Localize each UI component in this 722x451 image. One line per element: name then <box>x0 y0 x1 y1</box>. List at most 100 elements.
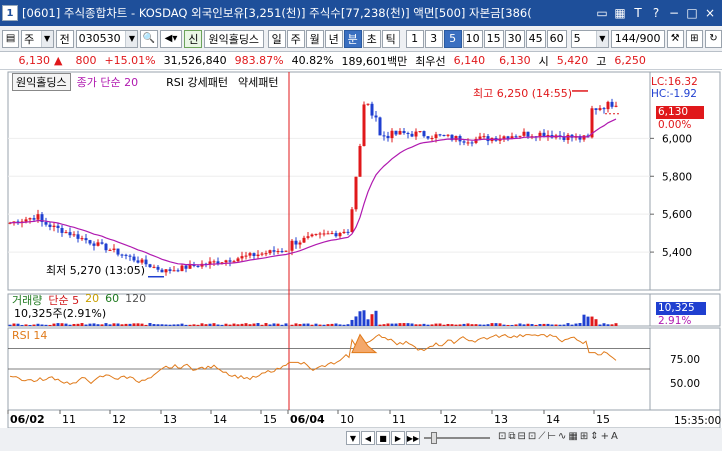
volume-bar <box>32 324 36 326</box>
search-icon[interactable]: 🔍 <box>140 29 158 48</box>
period-button[interactable]: 월 <box>305 29 324 48</box>
slider-thumb[interactable] <box>431 432 437 444</box>
candle-body <box>486 136 490 142</box>
chart-svg[interactable]: 6,000 5,800 5,600 5,400 06/02 11 12 13 14 15 06/04… <box>0 70 722 451</box>
tool-select-icon[interactable]: ⊟ <box>518 431 526 442</box>
tool-line-icon[interactable]: ⟋ <box>538 431 545 442</box>
period-button[interactable]: 틱 <box>381 29 400 48</box>
candle-body <box>606 101 610 110</box>
candle-body <box>128 255 132 257</box>
tool-font-icon[interactable]: A <box>611 431 618 442</box>
legend-stock-name[interactable]: 원익홀딩스 <box>12 73 71 91</box>
volume-bar <box>168 324 172 326</box>
tool-wave-icon[interactable]: ∿ <box>558 431 566 442</box>
volume-bar <box>374 310 378 326</box>
interval-button[interactable]: 3 <box>424 29 443 48</box>
count-select[interactable]: 5 ▼ <box>570 29 609 48</box>
candle-body <box>124 254 128 256</box>
candle-body <box>454 136 458 141</box>
minimize-icon[interactable]: − <box>666 5 682 21</box>
candle-body <box>298 242 302 245</box>
tool-overlay-icon[interactable]: ⧉ <box>508 431 515 442</box>
interval-button[interactable]: 5 <box>443 29 462 48</box>
candle-body <box>342 231 346 234</box>
interval-button[interactable]: 10 <box>462 29 483 48</box>
refresh-icon[interactable]: ↻ <box>704 29 722 48</box>
volume-bar <box>20 324 24 326</box>
volume-value: 31,526,840 <box>163 54 227 67</box>
period-button[interactable]: 분 <box>343 29 362 48</box>
volume-bar <box>394 323 398 326</box>
maximize-icon[interactable]: □ <box>684 5 700 21</box>
tool-fib-icon[interactable]: ▦ <box>568 431 577 442</box>
stop-icon[interactable]: ■ <box>376 431 390 445</box>
volume-bar <box>92 323 96 326</box>
candle-body <box>598 108 602 110</box>
period-button[interactable]: 일 <box>267 29 286 48</box>
candle-body <box>326 233 330 235</box>
volume-bar <box>474 324 478 326</box>
volume-bar <box>570 324 574 326</box>
volume-bar <box>56 323 60 326</box>
zoom-icon[interactable]: ⊞ <box>685 29 703 48</box>
volume-bar <box>128 323 132 326</box>
code-input[interactable]: 030530 ▼ <box>75 29 139 48</box>
tools-icon[interactable]: ⚒ <box>666 29 684 48</box>
prev-button[interactable]: 전 <box>55 29 74 48</box>
volume-bar <box>566 323 570 326</box>
tool-box2-icon[interactable]: ⊡ <box>528 431 536 442</box>
credit-button[interactable]: 신 <box>184 29 203 48</box>
market-select[interactable]: 주 ▼ <box>21 29 54 48</box>
rewind-icon[interactable]: ◀ <box>361 431 375 445</box>
tool-box-icon[interactable]: ⊡ <box>498 431 506 442</box>
volume-bar <box>514 324 518 326</box>
period-button[interactable]: 주 <box>286 29 305 48</box>
close-icon[interactable]: × <box>702 5 718 21</box>
period-button[interactable]: 초 <box>362 29 381 48</box>
tool-scale-icon[interactable]: ⇕ <box>590 431 598 442</box>
volume-bar <box>236 324 240 326</box>
current-price: 6,130 <box>18 54 51 67</box>
chart-area[interactable]: 6,000 5,800 5,600 5,400 06/02 11 12 13 14 15 06/04… <box>0 70 722 451</box>
volume-bar <box>136 323 140 326</box>
forward-icon[interactable]: ▶ <box>391 431 405 445</box>
tool-ruler-icon[interactable]: ⊢ <box>547 431 556 442</box>
volume-bar <box>342 324 346 326</box>
tool-grid-icon[interactable]: ⊞ <box>580 431 588 442</box>
candle-body <box>526 131 530 137</box>
volume-bar <box>606 324 610 326</box>
first-icon[interactable]: ▼ <box>346 431 360 445</box>
interval-button[interactable]: 30 <box>504 29 525 48</box>
candle-body <box>334 233 338 237</box>
last-icon[interactable]: ▶▶ <box>406 431 420 445</box>
volume-bar <box>410 323 414 326</box>
interval-button[interactable]: 15 <box>483 29 504 48</box>
help-icon[interactable]: ? <box>648 5 664 21</box>
price-tick-label: 5,800 <box>662 171 692 183</box>
grid-icon[interactable]: ▦ <box>612 5 628 21</box>
candle-body <box>112 248 116 250</box>
speaker-icon[interactable]: ◀▾ <box>159 29 183 48</box>
candle-body <box>44 222 48 225</box>
interval-button[interactable]: 45 <box>525 29 546 48</box>
period-button[interactable]: 년 <box>324 29 343 48</box>
volume-bar <box>24 324 28 326</box>
volume-bar <box>232 323 236 326</box>
text-icon[interactable]: T <box>630 5 646 21</box>
candle-body <box>240 256 244 259</box>
candle-body <box>566 134 570 140</box>
volume-bar <box>550 324 554 326</box>
interval-button[interactable]: 1 <box>405 29 424 48</box>
volume-bar <box>84 324 88 326</box>
candle-body <box>80 238 84 240</box>
volume-bar <box>272 323 276 326</box>
candle-body <box>260 253 264 255</box>
layout-icon[interactable]: ▤ <box>2 29 20 48</box>
candle-body <box>610 101 614 107</box>
tool-add-icon[interactable]: + <box>601 431 609 442</box>
interval-button[interactable]: 60 <box>546 29 567 48</box>
restore-icon[interactable]: ▭ <box>594 5 610 21</box>
volume-bar <box>52 323 56 326</box>
candle-body <box>276 251 280 253</box>
volume-bar <box>594 319 598 326</box>
